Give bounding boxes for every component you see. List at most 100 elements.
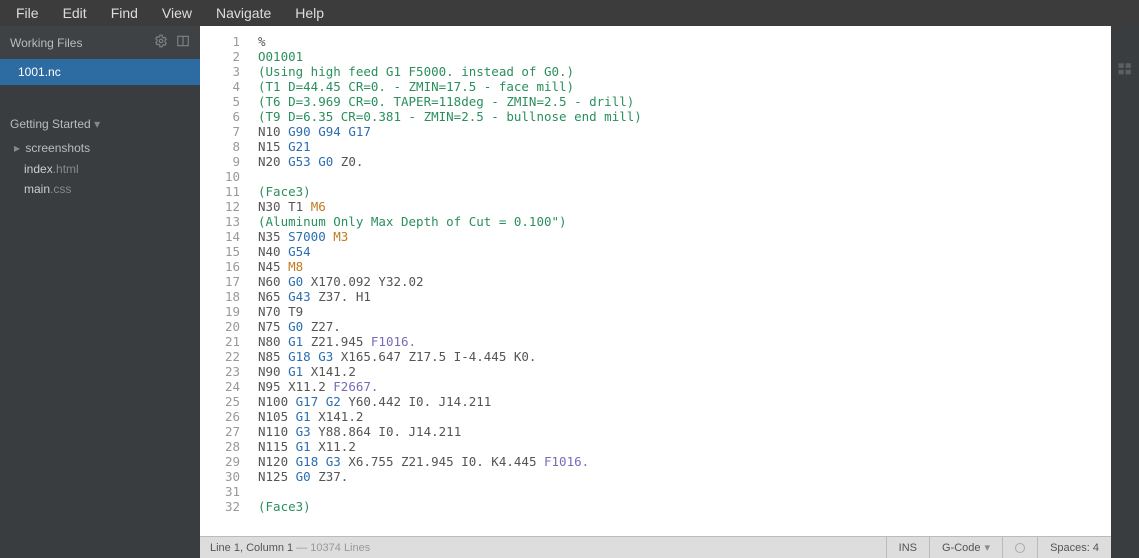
code-line[interactable]: N40 G54 (258, 244, 642, 259)
line-number: 30 (200, 469, 240, 484)
menu-bar: FileEditFindViewNavigateHelp (0, 0, 1139, 26)
line-number: 11 (200, 184, 240, 199)
code-line[interactable]: N30 T1 M6 (258, 199, 642, 214)
line-number: 13 (200, 214, 240, 229)
code-line[interactable]: N80 G1 Z21.945 F1016. (258, 334, 642, 349)
line-number: 5 (200, 94, 240, 109)
code-line[interactable]: % (258, 34, 642, 49)
code-line[interactable]: N35 S7000 M3 (258, 229, 642, 244)
status-indicator[interactable] (1002, 537, 1037, 558)
file-item[interactable]: index.html (0, 159, 200, 179)
code-line[interactable]: (Face3) (258, 499, 642, 514)
right-toolbar (1111, 26, 1139, 558)
working-file[interactable]: 1001.nc (0, 59, 200, 85)
line-number: 2 (200, 49, 240, 64)
gear-icon[interactable] (154, 34, 168, 51)
code-line[interactable]: N110 G3 Y88.864 I0. J14.211 (258, 424, 642, 439)
menu-navigate[interactable]: Navigate (204, 0, 283, 26)
line-number: 7 (200, 124, 240, 139)
code-line[interactable]: N65 G43 Z37. H1 (258, 289, 642, 304)
code-line[interactable]: O01001 (258, 49, 642, 64)
code-line[interactable]: (Using high feed G1 F5000. instead of G0… (258, 64, 642, 79)
working-files-list: 1001.nc (0, 59, 200, 85)
line-number: 22 (200, 349, 240, 364)
file-item[interactable]: main.css (0, 179, 200, 199)
code-line[interactable]: N95 X11.2 F2667. (258, 379, 642, 394)
code-line[interactable]: N10 G90 G94 G17 (258, 124, 642, 139)
code-line[interactable]: (T6 D=3.969 CR=0. TAPER=118deg - ZMIN=2.… (258, 94, 642, 109)
line-number: 8 (200, 139, 240, 154)
code-line[interactable]: N90 G1 X141.2 (258, 364, 642, 379)
chevron-down-icon: ▾ (985, 541, 991, 554)
line-number: 4 (200, 79, 240, 94)
line-number: 21 (200, 334, 240, 349)
line-number: 28 (200, 439, 240, 454)
menu-edit[interactable]: Edit (51, 0, 99, 26)
code-line[interactable]: N70 T9 (258, 304, 642, 319)
line-number: 17 (200, 274, 240, 289)
menu-help[interactable]: Help (283, 0, 336, 26)
indentation-mode[interactable]: Spaces: 4 (1037, 537, 1111, 558)
code-line[interactable]: N115 G1 X11.2 (258, 439, 642, 454)
editor: 1234567891011121314151617181920212223242… (200, 26, 1111, 558)
code-line[interactable]: N60 G0 X170.092 Y32.02 (258, 274, 642, 289)
line-number: 26 (200, 409, 240, 424)
line-number: 19 (200, 304, 240, 319)
sidebar: Working Files 1001.nc Getting Started ▾ … (0, 26, 200, 558)
code-line[interactable]: (T1 D=44.45 CR=0. - ZMIN=17.5 - face mil… (258, 79, 642, 94)
line-number: 10 (200, 169, 240, 184)
line-number: 31 (200, 484, 240, 499)
code-line[interactable]: N105 G1 X141.2 (258, 409, 642, 424)
line-number: 16 (200, 259, 240, 274)
line-number: 3 (200, 64, 240, 79)
code-line[interactable]: N45 M8 (258, 259, 642, 274)
line-number: 14 (200, 229, 240, 244)
code-line[interactable]: N120 G18 G3 X6.755 Z21.945 I0. K4.445 F1… (258, 454, 642, 469)
menu-view[interactable]: View (150, 0, 204, 26)
cursor-position[interactable]: Line 1, Column 1 (210, 542, 293, 554)
code-line[interactable]: N20 G53 G0 Z0. (258, 154, 642, 169)
line-number: 12 (200, 199, 240, 214)
line-number: 29 (200, 454, 240, 469)
code-line[interactable]: (T9 D=6.35 CR=0.381 - ZMIN=2.5 - bullnos… (258, 109, 642, 124)
code-area[interactable]: %O01001(Using high feed G1 F5000. instea… (250, 26, 642, 536)
line-number: 24 (200, 379, 240, 394)
code-line[interactable]: N15 G21 (258, 139, 642, 154)
line-number-gutter: 1234567891011121314151617181920212223242… (200, 26, 250, 536)
line-number: 1 (200, 34, 240, 49)
working-files-label: Working Files (10, 36, 82, 50)
extensions-icon[interactable] (1117, 62, 1133, 78)
main-area: Working Files 1001.nc Getting Started ▾ … (0, 26, 1139, 558)
code-line[interactable]: N75 G0 Z27. (258, 319, 642, 334)
code-line[interactable] (258, 484, 642, 499)
line-number: 27 (200, 424, 240, 439)
insert-mode[interactable]: INS (886, 537, 929, 558)
working-files-header: Working Files (0, 26, 200, 59)
language-mode[interactable]: G-Code ▾ (929, 537, 1002, 558)
file-tree: index.htmlmain.css (0, 159, 200, 199)
status-bar: Line 1, Column 1 — 10374 Lines INS G-Cod… (200, 536, 1111, 558)
getting-started-header[interactable]: Getting Started ▾ (0, 107, 200, 137)
menu-file[interactable]: File (4, 0, 51, 26)
line-number: 23 (200, 364, 240, 379)
line-number: 18 (200, 289, 240, 304)
editor-scroll[interactable]: 1234567891011121314151617181920212223242… (200, 26, 1111, 536)
line-count: 10374 Lines (310, 542, 370, 554)
code-line[interactable]: (Face3) (258, 184, 642, 199)
code-line[interactable]: N85 G18 G3 X165.647 Z17.5 I-4.445 K0. (258, 349, 642, 364)
split-icon[interactable] (176, 34, 190, 51)
code-line[interactable] (258, 169, 642, 184)
line-number: 6 (200, 109, 240, 124)
code-line[interactable]: N125 G0 Z37. (258, 469, 642, 484)
line-number: 20 (200, 319, 240, 334)
line-number: 9 (200, 154, 240, 169)
circle-icon (1015, 543, 1025, 553)
folder-screenshots[interactable]: ▸ screenshots (0, 137, 200, 159)
chevron-down-icon: ▾ (94, 117, 100, 131)
line-number: 25 (200, 394, 240, 409)
chevron-right-icon: ▸ (14, 141, 20, 155)
code-line[interactable]: (Aluminum Only Max Depth of Cut = 0.100"… (258, 214, 642, 229)
code-line[interactable]: N100 G17 G2 Y60.442 I0. J14.211 (258, 394, 642, 409)
menu-find[interactable]: Find (99, 0, 150, 26)
line-number: 15 (200, 244, 240, 259)
